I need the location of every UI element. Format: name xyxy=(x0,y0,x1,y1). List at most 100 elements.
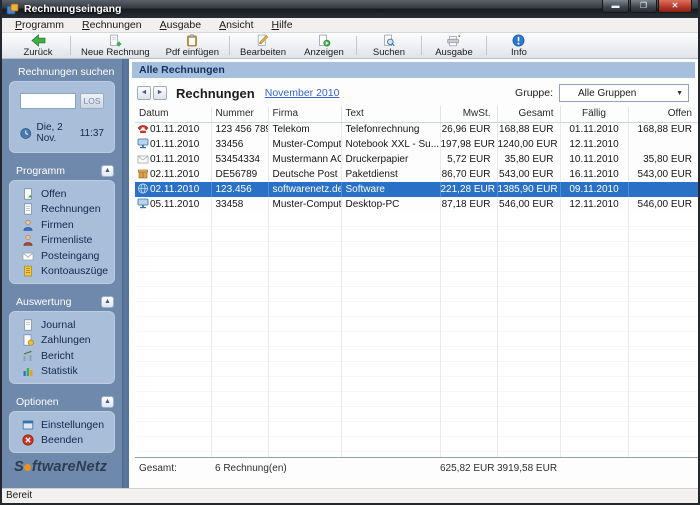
col-gesamt[interactable]: Gesamt xyxy=(497,106,561,123)
col-firma[interactable]: Firma xyxy=(268,106,342,123)
edit-button[interactable]: Bearbeiten xyxy=(232,33,294,58)
list-toolbar: ◄ ► Rechnungen November 2010 Gruppe: All… xyxy=(137,82,689,104)
summary-count: 6 Rechnung(en) xyxy=(215,462,287,474)
sidebar-item-firmen[interactable]: Firmen xyxy=(10,217,114,233)
globe-icon xyxy=(137,183,150,197)
collapse-button[interactable]: ▲ xyxy=(101,296,114,308)
group-label: Gruppe: xyxy=(515,87,553,99)
invoice-table: Datum Nummer Firma Text MwSt. Gesamt Fäl… xyxy=(135,106,698,457)
table-row[interactable]: 01.11.2010 123 456 7890 Telekom Telefonr… xyxy=(135,122,698,137)
sidebar: Rechnungen suchen LOS Die, 2 Nov. 11:37 … xyxy=(2,59,122,488)
softwarenetz-logo: SftwareNetz xyxy=(14,459,108,475)
col-mwst[interactable]: MwSt. xyxy=(440,106,498,123)
period-link[interactable]: November 2010 xyxy=(265,87,340,99)
clock-icon[interactable] xyxy=(20,127,32,140)
table-header-row: Datum Nummer Firma Text MwSt. Gesamt Fäl… xyxy=(135,106,698,123)
sidebar-item-rechnungen[interactable]: Rechnungen xyxy=(10,202,114,218)
programm-panel: Offen Rechnungen Firmen Firmenliste Post… xyxy=(9,180,115,284)
menu-ansicht[interactable]: Ansicht xyxy=(210,18,262,32)
col-datum[interactable]: Datum xyxy=(135,106,212,123)
menu-programm[interactable]: Programm xyxy=(6,18,73,32)
toolbar-separator xyxy=(70,36,71,55)
document-icon xyxy=(24,319,32,331)
sidebar-item-journal[interactable]: Journal xyxy=(10,317,114,333)
sidebar-item-bericht[interactable]: Bericht xyxy=(10,348,114,364)
maximize-button[interactable]: ❐ xyxy=(630,0,657,13)
auswertung-panel: Journal Zahlungen Bericht Statistik xyxy=(9,311,115,384)
edit-pencil-icon xyxy=(256,34,270,47)
toolbar-separator xyxy=(485,36,487,55)
computer-icon xyxy=(137,198,150,212)
sidebar-item-offen[interactable]: Offen xyxy=(10,186,114,202)
new-invoice-button[interactable]: Neue Rechnung xyxy=(73,33,158,58)
sidebar-item-firmenliste[interactable]: Firmenliste xyxy=(10,233,114,249)
sidebar-item-kontoauszuege[interactable]: Kontoauszüge xyxy=(10,264,114,280)
toolbar-separator xyxy=(229,36,231,55)
output-button[interactable]: Ausgabe xyxy=(424,33,484,58)
app-window: Rechnungseingang ▬ ❐ ✕ Programm Rechnung… xyxy=(0,0,700,505)
bar-chart-icon xyxy=(23,368,33,377)
search-go-button[interactable]: LOS xyxy=(80,93,104,109)
summary-row: Gesamt: 6 Rechnung(en) 625,82 EUR 3919,5… xyxy=(135,457,698,478)
search-document-icon xyxy=(382,34,396,47)
sidebar-item-statistik[interactable]: Statistik xyxy=(10,364,114,380)
show-button[interactable]: Anzeigen xyxy=(294,33,354,58)
logo-dot-icon xyxy=(24,464,32,471)
view-document-icon xyxy=(317,34,331,47)
collapse-button[interactable]: ▲ xyxy=(101,396,114,408)
sidebar-item-posteingang[interactable]: Posteingang xyxy=(10,248,114,264)
collapse-button[interactable]: ▲ xyxy=(101,165,114,177)
package-icon xyxy=(137,168,150,182)
col-nummer[interactable]: Nummer xyxy=(211,106,269,123)
toolbar-separator xyxy=(420,36,422,55)
search-panel: LOS Die, 2 Nov. 11:37 xyxy=(9,81,115,153)
table-row-selected[interactable]: 02.11.2010 123.456 softwarenetz.de Softw… xyxy=(135,182,698,197)
section-title-auswertung: Auswertung xyxy=(16,296,72,308)
menu-ausgabe[interactable]: Ausgabe xyxy=(151,18,210,32)
table-row[interactable]: 05.11.2010 33458 Muster-Computer Desktop… xyxy=(135,197,698,212)
current-date: Die, 2 Nov. xyxy=(36,122,63,144)
group-select[interactable]: Alle Gruppen ▼ xyxy=(559,84,689,102)
status-text: Bereit xyxy=(6,490,33,501)
next-month-button[interactable]: ► xyxy=(153,86,167,100)
pdf-insert-button[interactable]: Pdf einfügen xyxy=(158,33,227,58)
sidebar-splitter[interactable] xyxy=(122,59,129,488)
summary-label: Gesamt: xyxy=(139,462,177,474)
computer-icon xyxy=(137,138,150,152)
current-time: 11:37 xyxy=(79,127,104,139)
list-title: Rechnungen xyxy=(176,85,255,101)
menu-bar: Programm Rechnungen Ausgabe Ansicht Hilf… xyxy=(2,18,698,33)
chevron-down-icon: ▼ xyxy=(676,89,683,97)
menu-hilfe[interactable]: Hilfe xyxy=(263,18,302,32)
col-faellig[interactable]: Fällig xyxy=(560,106,629,123)
minimize-button[interactable]: ▬ xyxy=(602,0,629,13)
close-button[interactable]: ✕ xyxy=(658,0,692,13)
info-icon xyxy=(512,34,525,47)
search-section-title: Rechnungen suchen xyxy=(18,66,115,78)
back-button[interactable]: Zurück xyxy=(8,33,68,58)
menu-rechnungen[interactable]: Rechnungen xyxy=(73,18,151,32)
sidebar-item-beenden[interactable]: Beenden xyxy=(10,433,114,449)
status-bar: Bereit xyxy=(2,488,698,503)
back-arrow-icon xyxy=(30,34,46,47)
col-text[interactable]: Text xyxy=(341,106,441,123)
table-row[interactable]: 01.11.2010 53454334 Mustermann AG Drucke… xyxy=(135,152,698,167)
document-icon xyxy=(24,203,32,215)
toolbar-separator xyxy=(355,36,357,55)
optionen-panel: Einstellungen Beenden xyxy=(9,411,115,453)
app-icon xyxy=(6,3,19,14)
search-input[interactable] xyxy=(20,93,76,109)
table-row[interactable]: 01.11.2010 33456 Muster-Computer Noteboo… xyxy=(135,137,698,152)
summary-mwst-total: 625,82 EUR xyxy=(440,462,495,474)
prev-month-button[interactable]: ◄ xyxy=(137,86,151,100)
settings-window-icon xyxy=(22,420,34,430)
table-row[interactable]: 02.11.2010 DE56789 Deutsche Post Paketdi… xyxy=(135,167,698,182)
phone-icon xyxy=(137,123,150,137)
sidebar-item-zahlungen[interactable]: Zahlungen xyxy=(10,333,114,349)
sidebar-item-einstellungen[interactable]: Einstellungen xyxy=(10,417,114,433)
title-bar: Rechnungseingang ▬ ❐ ✕ xyxy=(2,0,698,18)
info-button[interactable]: Info xyxy=(489,33,549,58)
col-offen[interactable]: Offen xyxy=(628,106,698,123)
new-document-icon xyxy=(108,34,122,47)
search-button[interactable]: Suchen xyxy=(359,33,419,58)
